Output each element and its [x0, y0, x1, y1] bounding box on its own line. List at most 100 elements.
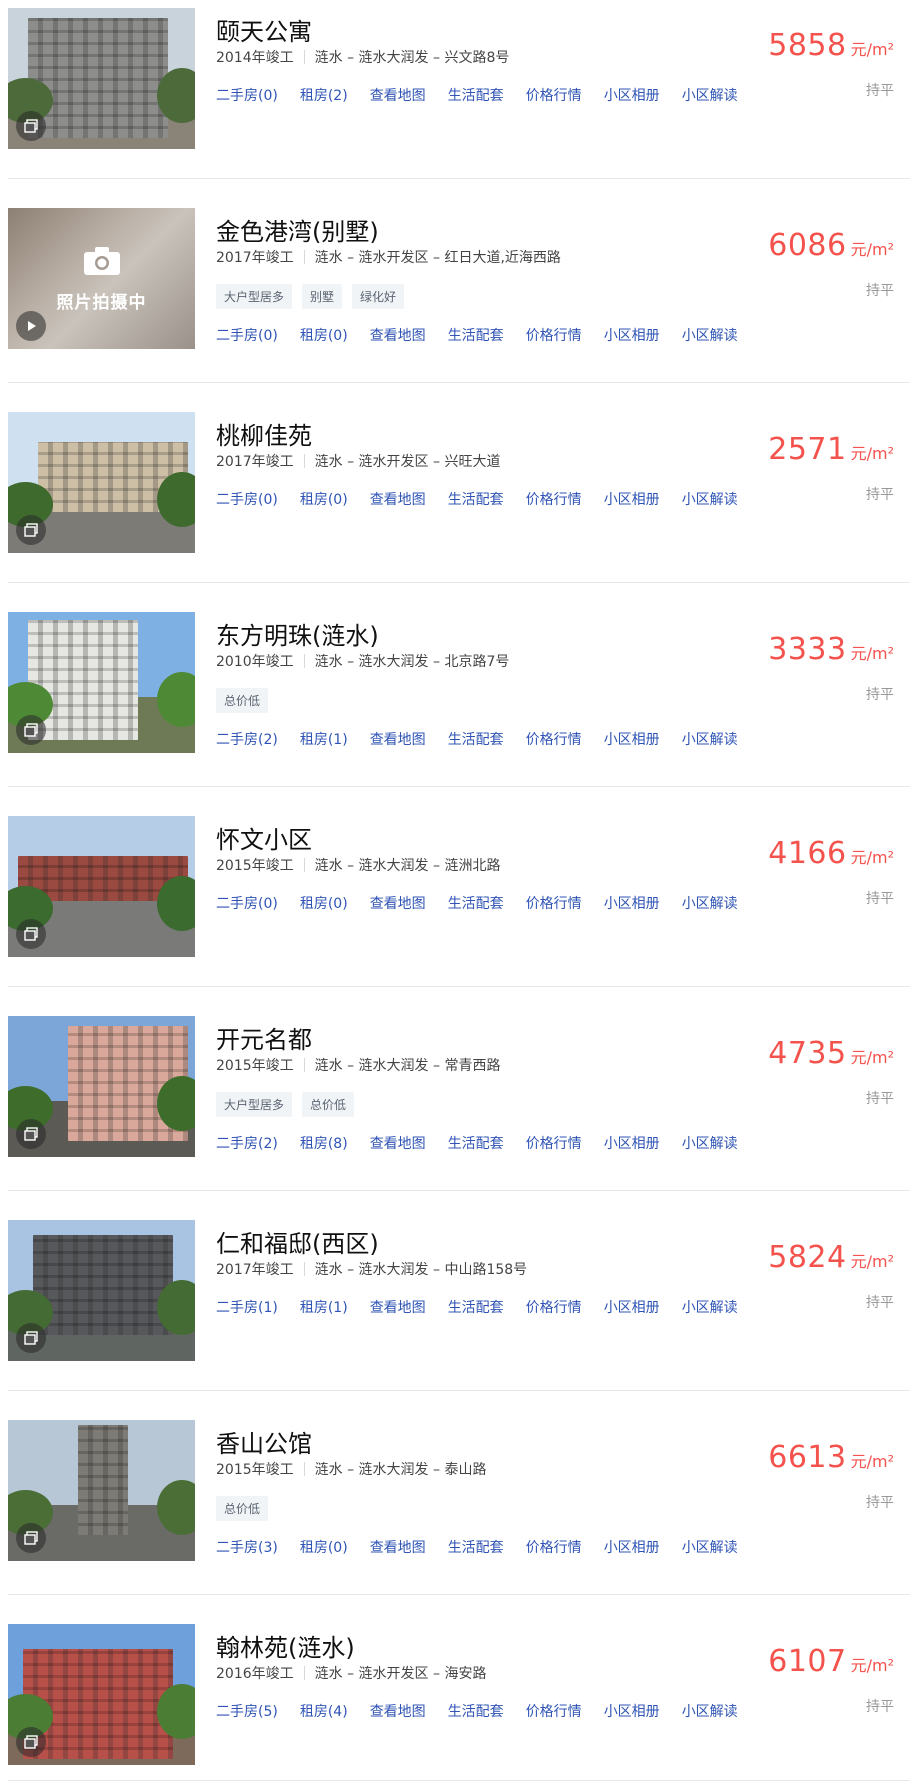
amenities-link[interactable]: 生活配套: [448, 85, 504, 105]
analysis-link[interactable]: 小区解读: [682, 1701, 738, 1721]
list-item[interactable]: 香山公馆 2015年竣工 涟水 – 涟水大润发 – 泰山路 总价低 二手房(3) 租房(0…: [8, 1420, 910, 1595]
community-photo[interactable]: [8, 1420, 195, 1561]
price-trend-link[interactable]: 价格行情: [526, 893, 582, 913]
community-photo[interactable]: [8, 816, 195, 957]
map-link[interactable]: 查看地图: [370, 85, 426, 105]
listing-title[interactable]: 仁和福邸(西区): [216, 1224, 379, 1259]
list-item[interactable]: 怀文小区 2015年竣工 涟水 – 涟水大润发 – 涟洲北路 二手房(0) 租房(0) 查…: [8, 816, 910, 987]
amenities-link[interactable]: 生活配套: [448, 489, 504, 509]
album-icon[interactable]: [16, 1323, 46, 1353]
amenities-link[interactable]: 生活配套: [448, 893, 504, 913]
second-hand-link[interactable]: 二手房(2): [216, 1133, 278, 1153]
rental-link[interactable]: 租房(2): [300, 85, 348, 105]
album-link[interactable]: 小区相册: [604, 325, 660, 345]
analysis-link[interactable]: 小区解读: [682, 893, 738, 913]
list-item[interactable]: 桃柳佳苑 2017年竣工 涟水 – 涟水开发区 – 兴旺大道 二手房(0) 租房(0) 查…: [8, 412, 910, 583]
map-link[interactable]: 查看地图: [370, 1133, 426, 1153]
map-link[interactable]: 查看地图: [370, 1537, 426, 1557]
rental-link[interactable]: 租房(1): [300, 729, 348, 749]
album-link[interactable]: 小区相册: [604, 1701, 660, 1721]
map-link[interactable]: 查看地图: [370, 1297, 426, 1317]
album-link[interactable]: 小区相册: [604, 1537, 660, 1557]
album-icon[interactable]: [16, 919, 46, 949]
second-hand-link[interactable]: 二手房(0): [216, 85, 278, 105]
album-icon[interactable]: [16, 1727, 46, 1757]
analysis-link[interactable]: 小区解读: [682, 489, 738, 509]
price-trend-link[interactable]: 价格行情: [526, 325, 582, 345]
album-link[interactable]: 小区相册: [604, 729, 660, 749]
second-hand-link[interactable]: 二手房(5): [216, 1701, 278, 1721]
second-hand-link[interactable]: 二手房(1): [216, 1297, 278, 1317]
analysis-link[interactable]: 小区解读: [682, 1133, 738, 1153]
price-trend-link[interactable]: 价格行情: [526, 1537, 582, 1557]
price-trend-link[interactable]: 价格行情: [526, 85, 582, 105]
list-item[interactable]: 东方明珠(涟水) 2010年竣工 涟水 – 涟水大润发 – 北京路7号 总价低 二手房(…: [8, 612, 910, 787]
analysis-link[interactable]: 小区解读: [682, 1297, 738, 1317]
analysis-link[interactable]: 小区解读: [682, 1537, 738, 1557]
second-hand-link[interactable]: 二手房(3): [216, 1537, 278, 1557]
list-item[interactable]: 翰林苑(涟水) 2016年竣工 涟水 – 涟水开发区 – 海安路 二手房(5) 租房(4…: [8, 1624, 910, 1781]
community-photo[interactable]: [8, 612, 195, 753]
analysis-link[interactable]: 小区解读: [682, 729, 738, 749]
amenities-link[interactable]: 生活配套: [448, 1297, 504, 1317]
map-link[interactable]: 查看地图: [370, 893, 426, 913]
community-photo[interactable]: [8, 412, 195, 553]
rental-link[interactable]: 租房(0): [300, 325, 348, 345]
list-item[interactable]: 开元名都 2015年竣工 涟水 – 涟水大润发 – 常青西路 大户型居多 总价低 二手房(…: [8, 1016, 910, 1191]
analysis-link[interactable]: 小区解读: [682, 85, 738, 105]
price-trend-link[interactable]: 价格行情: [526, 1133, 582, 1153]
album-icon[interactable]: [16, 515, 46, 545]
listing-title[interactable]: 颐天公寓: [216, 12, 312, 47]
album-icon[interactable]: [16, 1119, 46, 1149]
rental-link[interactable]: 租房(0): [300, 1537, 348, 1557]
community-photo[interactable]: [8, 1016, 195, 1157]
album-link[interactable]: 小区相册: [604, 85, 660, 105]
price-trend-link[interactable]: 价格行情: [526, 489, 582, 509]
map-link[interactable]: 查看地图: [370, 325, 426, 345]
list-item[interactable]: 颐天公寓 2014年竣工 涟水 – 涟水大润发 – 兴文路8号 二手房(0) 租房(2)…: [8, 8, 910, 179]
amenities-link[interactable]: 生活配套: [448, 1701, 504, 1721]
community-photo[interactable]: 照片拍摄中: [8, 208, 195, 349]
listing-title[interactable]: 东方明珠(涟水): [216, 616, 379, 651]
listing-title[interactable]: 开元名都: [216, 1020, 312, 1055]
rental-link[interactable]: 租房(8): [300, 1133, 348, 1153]
map-link[interactable]: 查看地图: [370, 1701, 426, 1721]
album-icon[interactable]: [16, 111, 46, 141]
list-item[interactable]: 照片拍摄中 金色港湾(别墅) 2017年竣工 涟水 – 涟水开发区 – 红日大道,近海…: [8, 208, 910, 383]
album-link[interactable]: 小区相册: [604, 489, 660, 509]
listing-title[interactable]: 翰林苑(涟水): [216, 1628, 355, 1663]
price-trend-link[interactable]: 价格行情: [526, 1701, 582, 1721]
rental-link[interactable]: 租房(0): [300, 489, 348, 509]
amenities-link[interactable]: 生活配套: [448, 729, 504, 749]
amenities-link[interactable]: 生活配套: [448, 325, 504, 345]
second-hand-link[interactable]: 二手房(0): [216, 489, 278, 509]
map-link[interactable]: 查看地图: [370, 489, 426, 509]
price-trend-link[interactable]: 价格行情: [526, 729, 582, 749]
album-icon[interactable]: [16, 715, 46, 745]
second-hand-link[interactable]: 二手房(0): [216, 325, 278, 345]
price-block: 4166 元/m²: [768, 836, 894, 871]
listing-title[interactable]: 桃柳佳苑: [216, 416, 312, 451]
amenities-link[interactable]: 生活配套: [448, 1133, 504, 1153]
rental-link[interactable]: 租房(4): [300, 1701, 348, 1721]
listing-title[interactable]: 金色港湾(别墅): [216, 212, 379, 247]
community-photo[interactable]: [8, 1624, 195, 1765]
community-photo[interactable]: [8, 8, 195, 149]
listing-title[interactable]: 怀文小区: [216, 820, 312, 855]
album-link[interactable]: 小区相册: [604, 1297, 660, 1317]
amenities-link[interactable]: 生活配套: [448, 1537, 504, 1557]
price-trend-link[interactable]: 价格行情: [526, 1297, 582, 1317]
analysis-link[interactable]: 小区解读: [682, 325, 738, 345]
listing-title[interactable]: 香山公馆: [216, 1424, 312, 1459]
map-link[interactable]: 查看地图: [370, 729, 426, 749]
second-hand-link[interactable]: 二手房(0): [216, 893, 278, 913]
community-photo[interactable]: [8, 1220, 195, 1361]
album-link[interactable]: 小区相册: [604, 893, 660, 913]
album-link[interactable]: 小区相册: [604, 1133, 660, 1153]
rental-link[interactable]: 租房(1): [300, 1297, 348, 1317]
video-play-icon[interactable]: [16, 311, 46, 341]
album-icon[interactable]: [16, 1523, 46, 1553]
list-item[interactable]: 仁和福邸(西区) 2017年竣工 涟水 – 涟水大润发 – 中山路158号 二手房(1…: [8, 1220, 910, 1391]
rental-link[interactable]: 租房(0): [300, 893, 348, 913]
second-hand-link[interactable]: 二手房(2): [216, 729, 278, 749]
